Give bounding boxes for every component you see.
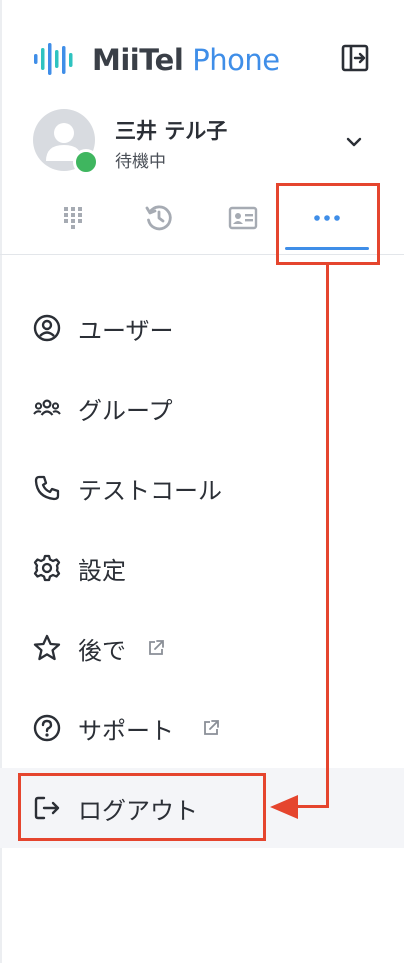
- highlight-more-tab: [276, 183, 380, 265]
- user-circle-icon: [33, 314, 61, 342]
- menu-item-label: グループ: [78, 396, 173, 425]
- help-circle-icon: [33, 714, 61, 742]
- menu-item-label: 設定: [78, 556, 126, 585]
- group-icon: [33, 399, 61, 416]
- gear-icon: [33, 554, 61, 582]
- menu-item-label: ユーザー: [78, 316, 174, 345]
- callout-line-horizontal: [294, 805, 329, 808]
- status-indicator: [73, 149, 99, 175]
- miitel-wave-icon: [34, 43, 73, 75]
- highlight-logout: [18, 773, 266, 841]
- external-link-icon: [149, 640, 164, 655]
- tab-history[interactable]: [129, 190, 189, 246]
- brand-name-phone: Phone: [192, 43, 280, 77]
- menu-item-label: サポート: [78, 716, 174, 745]
- menu-item-support[interactable]: サポート: [0, 688, 404, 768]
- history-icon: [145, 205, 172, 231]
- phone-icon: [34, 475, 60, 501]
- menu-item-label: 後で: [78, 636, 126, 665]
- menu-item-label: テストコール: [78, 476, 222, 505]
- tab-dialpad[interactable]: [43, 190, 103, 246]
- external-link-icon: [204, 720, 219, 735]
- dialpad-icon: [64, 207, 82, 229]
- menu-item-later[interactable]: 後で: [0, 608, 404, 688]
- arrow-head-icon: [270, 795, 298, 819]
- menu-item-group[interactable]: グループ: [0, 368, 404, 448]
- tab-contacts[interactable]: [213, 190, 273, 246]
- star-icon: [33, 634, 61, 661]
- brand-logo: MiiTel Phone: [33, 38, 280, 82]
- callout-line-vertical: [326, 265, 329, 808]
- user-name: 三井 テル子: [115, 119, 228, 143]
- menu-item-test-call[interactable]: テストコール: [0, 448, 404, 528]
- brand-name-miitel: MiiTel: [92, 43, 184, 77]
- collapse-sidebar-icon[interactable]: [340, 43, 370, 73]
- user-profile[interactable]: 三井 テル子 待機中: [33, 109, 373, 175]
- chevron-down-icon[interactable]: [343, 131, 365, 153]
- user-status: 待機中: [115, 152, 166, 172]
- contact-card-icon: [228, 206, 258, 230]
- menu-item-settings[interactable]: 設定: [0, 528, 404, 608]
- menu-item-user[interactable]: ユーザー: [0, 288, 404, 368]
